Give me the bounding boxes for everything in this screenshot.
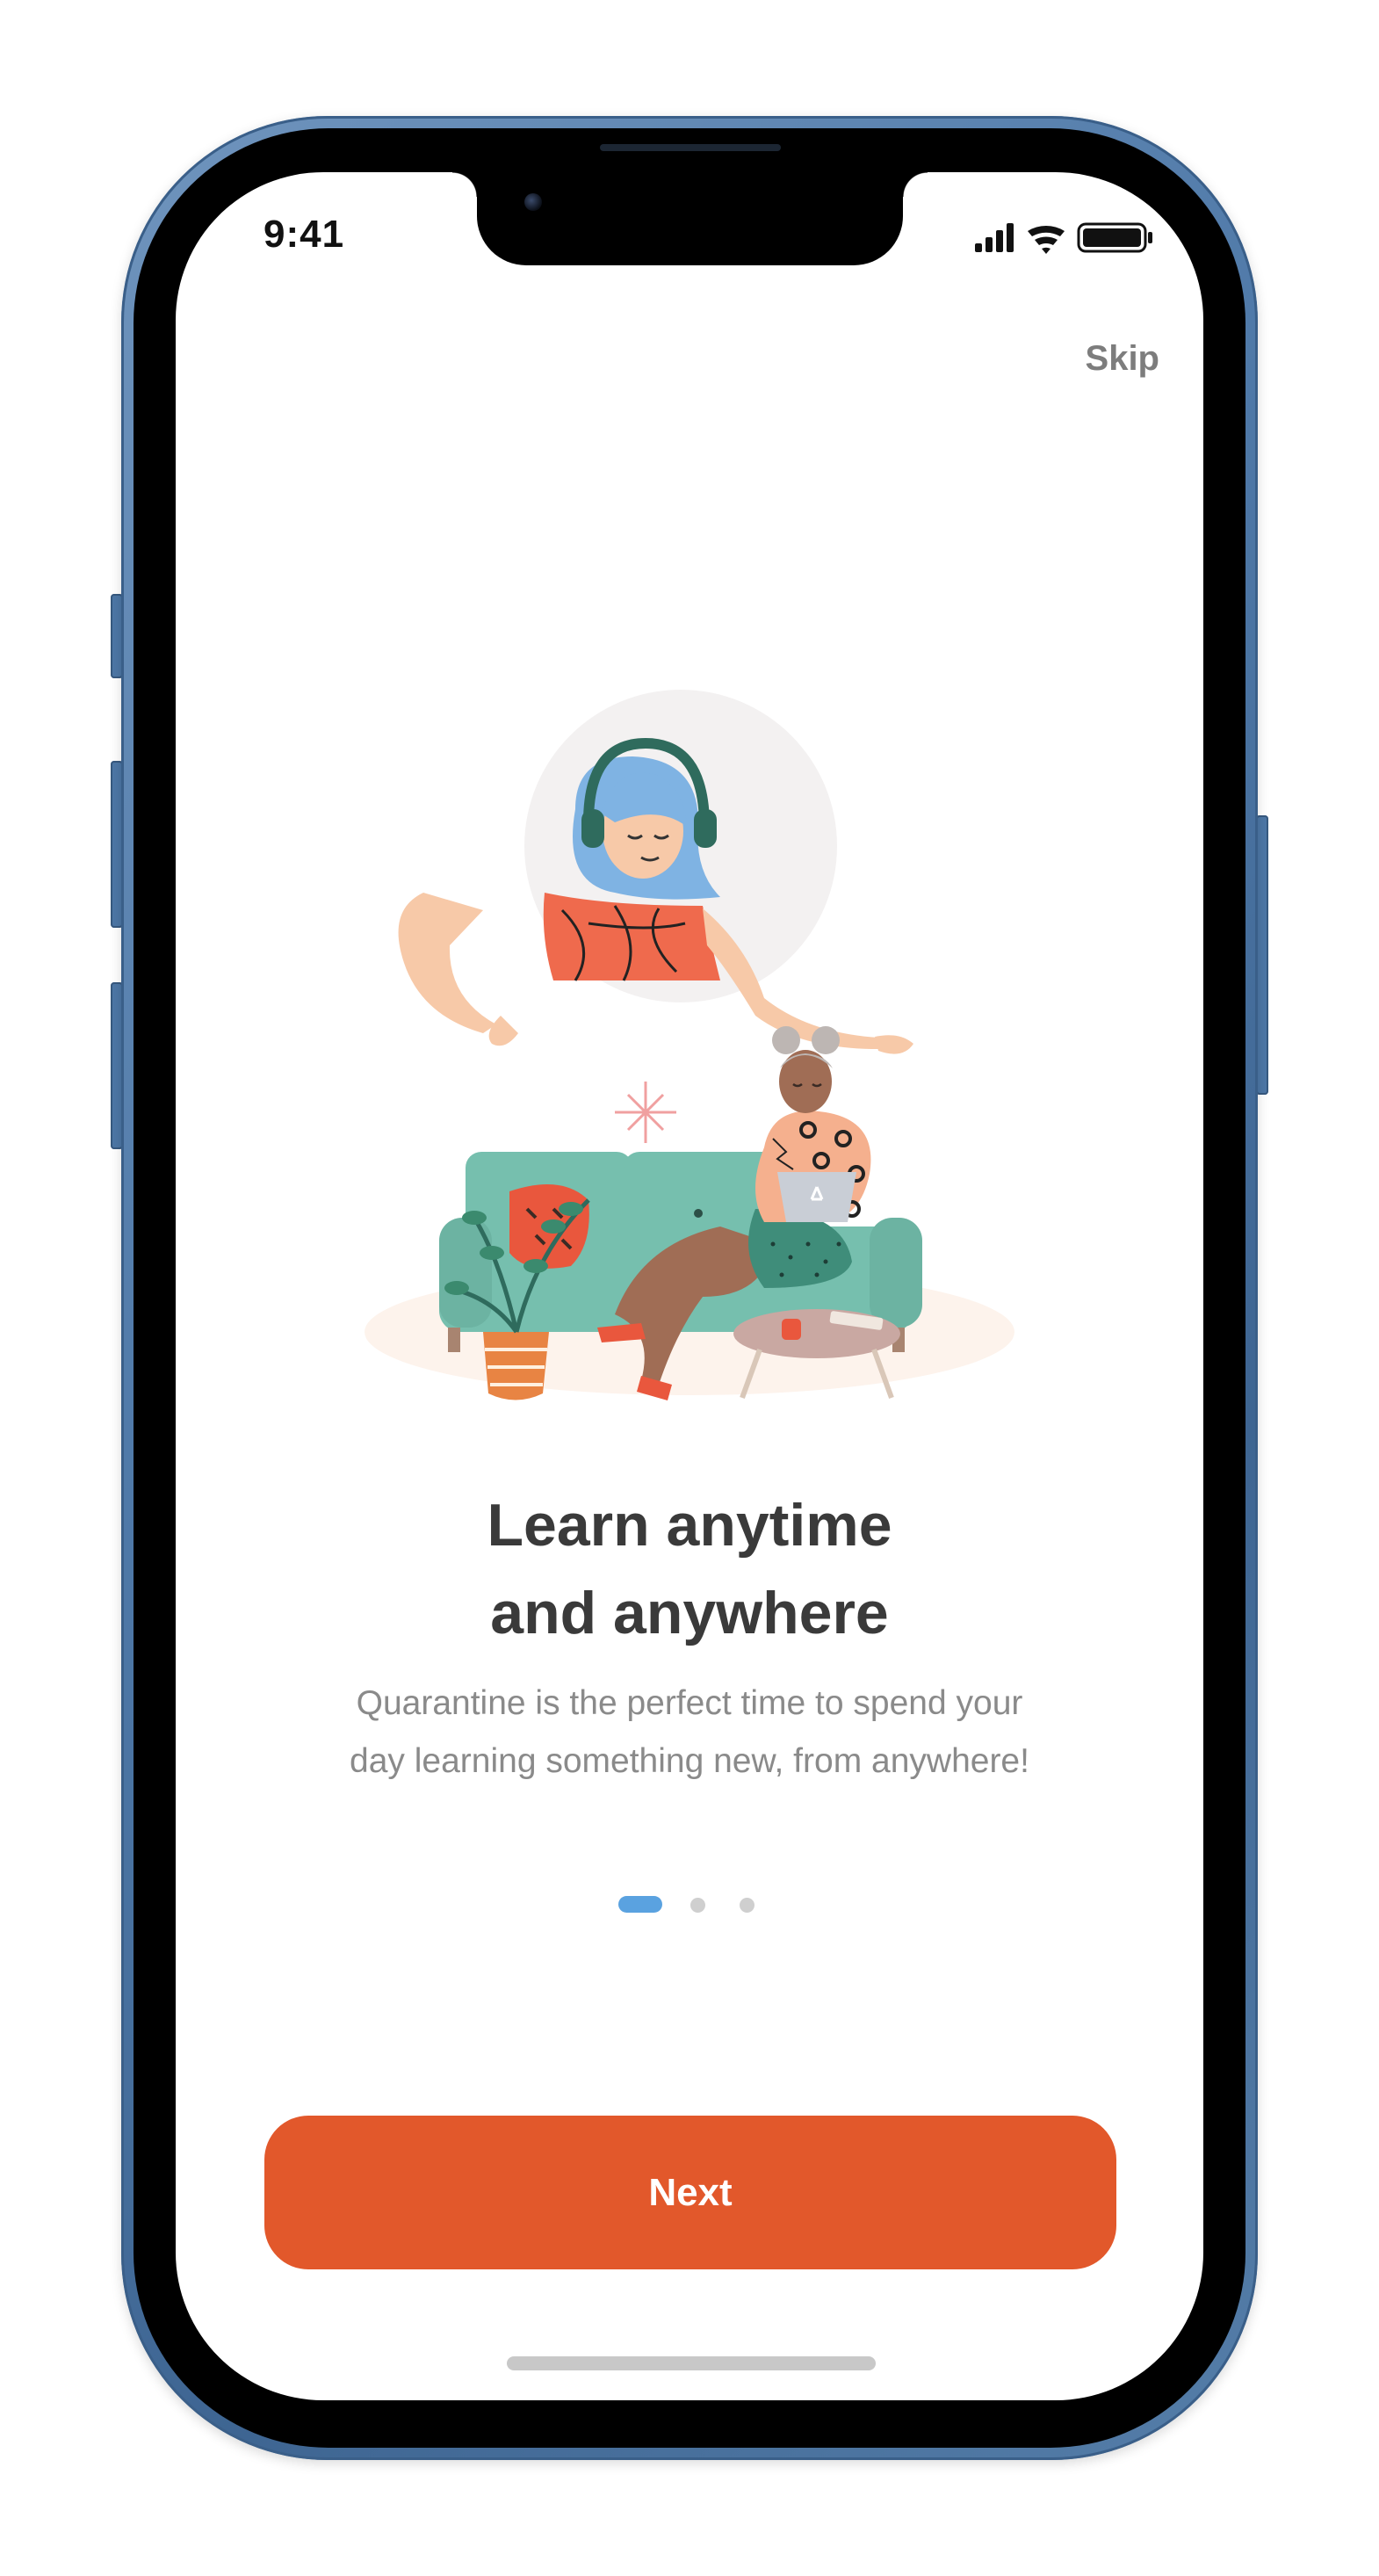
page-dot-1[interactable] [618, 1896, 662, 1913]
cellular-signal-icon [975, 223, 1014, 252]
notch [452, 172, 928, 265]
sparkle-decoration [615, 1082, 676, 1143]
skip-button[interactable]: Skip [1086, 339, 1159, 379]
onboarding-title: Learn anytime and anywhere [176, 1481, 1203, 1657]
next-button[interactable]: Next [264, 2116, 1116, 2269]
front-camera [524, 193, 542, 211]
earpiece-speaker [600, 144, 781, 151]
description-line-1: Quarantine is the perfect time to spend … [356, 1684, 1023, 1722]
title-line-2: and anywhere [490, 1580, 889, 1646]
page-indicator [618, 1896, 776, 1914]
page-dot-3[interactable] [740, 1898, 754, 1913]
onboarding-description: Quarantine is the perfect time to spend … [176, 1675, 1203, 1791]
woman-with-headphones [398, 737, 913, 1054]
status-time: 9:41 [264, 213, 345, 256]
status-icons [975, 222, 1152, 254]
description-line-2: day learning something new, from anywher… [350, 1742, 1029, 1780]
page-dot-2[interactable] [690, 1898, 705, 1913]
device-mockup: 9:41 Skip Learn anytime and anywhere Qua… [0, 0, 1379, 2576]
title-line-1: Learn anytime [487, 1492, 892, 1559]
wifi-icon [1028, 226, 1065, 254]
battery-icon [1077, 222, 1152, 253]
power-button [1256, 815, 1268, 1095]
home-indicator[interactable] [507, 2356, 876, 2370]
onboarding-illustration [365, 690, 1014, 1400]
onboarding-screen: 9:41 Skip Learn anytime and anywhere Qua… [176, 172, 1203, 2400]
